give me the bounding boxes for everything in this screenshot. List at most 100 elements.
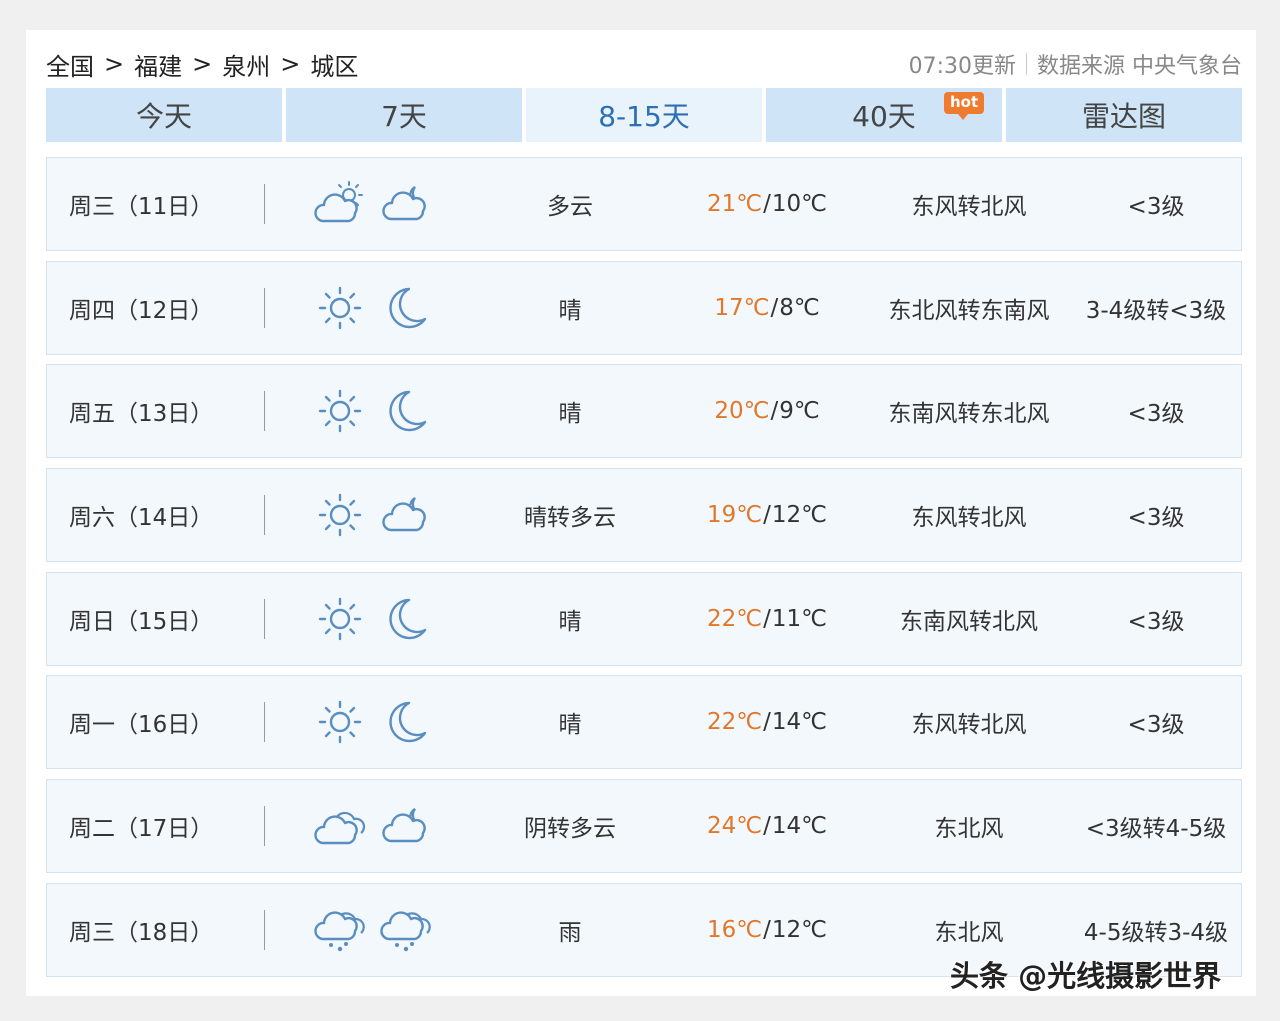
breadcrumb-province[interactable]: 福建 [134, 47, 182, 82]
high-temp: 22℃ [707, 709, 763, 736]
weather-icons [313, 262, 433, 354]
data-source: 数据来源 中央气象台 [1037, 54, 1242, 79]
temperature-range: 24℃/14℃ [665, 780, 869, 872]
rain-icon [379, 905, 433, 955]
wind-direction: 东北风 [934, 816, 1004, 843]
weather-description: 晴 [558, 297, 582, 324]
weather-icons [313, 780, 433, 872]
wind-level: <3级 [1127, 712, 1185, 739]
wind-level: <3级 [1127, 401, 1185, 428]
day-label: 周一（16日） [69, 712, 214, 739]
weather-icons [313, 365, 433, 457]
sun-icon [313, 386, 367, 436]
divider [1026, 53, 1027, 75]
tab-8-15-days[interactable]: 8-15天 [526, 88, 762, 142]
low-temp: 14℃ [771, 813, 827, 840]
high-temp: 21℃ [707, 191, 763, 217]
wind-direction: 东风转北风 [911, 712, 1027, 739]
hot-badge: hot [944, 92, 985, 120]
weather-icons [313, 158, 433, 250]
forecast-row: 周四（12日） 晴 17℃/8℃ 东北风转东南风 3-4级转<3级 [46, 260, 1242, 355]
moon-icon [379, 283, 433, 333]
wind-direction: 东风转北风 [911, 194, 1027, 220]
day-label: 周六（14日） [69, 505, 214, 532]
day-label: 周三（18日） [69, 919, 214, 946]
moon-icon [379, 594, 433, 644]
wind-direction: 东风转北风 [911, 505, 1027, 532]
temp-separator: / [763, 813, 771, 840]
high-temp: 24℃ [707, 813, 763, 840]
temperature-range: 20℃/9℃ [665, 365, 869, 457]
divider [264, 598, 265, 639]
breadcrumb-country[interactable]: 全国 [46, 47, 94, 82]
tab-today[interactable]: 今天 [46, 88, 282, 142]
breadcrumb-separator: > [104, 50, 125, 78]
low-temp: 14℃ [771, 709, 827, 736]
temperature-range: 16℃/12℃ [665, 884, 869, 976]
weather-icons [313, 676, 433, 768]
high-temp: 17℃ [714, 294, 770, 321]
weather-icons [313, 884, 433, 976]
temperature-range: 19℃/12℃ [665, 469, 869, 561]
temperature-range: 22℃/11℃ [665, 573, 869, 665]
sun-icon [313, 283, 367, 333]
sun-icon [313, 697, 367, 747]
tab-7-days[interactable]: 7天 [286, 88, 522, 142]
divider [264, 391, 265, 432]
update-time: 07:30更新 [908, 54, 1016, 79]
weather-description: 阴转多云 [524, 816, 616, 843]
forecast-row: 周日（15日） 晴 22℃/11℃ 东南风转北风 <3级 [46, 571, 1242, 666]
temp-separator: / [763, 502, 771, 529]
sun-icon [313, 490, 367, 540]
breadcrumb: 全国 > 福建 > 泉州 > 城区 [46, 47, 358, 82]
tab-radar[interactable]: 雷达图 [1006, 88, 1242, 142]
forecast-row: 周一（16日） 晴 22℃/14℃ 东风转北风 <3级 [46, 675, 1242, 770]
wind-level: <3级转4-5级 [1085, 816, 1227, 843]
weather-icons [313, 469, 433, 561]
temp-separator: / [763, 916, 771, 943]
temperature-range: 21℃/10℃ [665, 158, 869, 250]
rain-icon [313, 905, 367, 955]
weather-description: 多云 [547, 194, 593, 220]
divider [264, 184, 265, 224]
day-label: 周日（15日） [69, 608, 214, 635]
watermark: 头条 @光线摄影世界 [950, 959, 1222, 993]
day-label: 周四（12日） [69, 297, 214, 324]
low-temp: 10℃ [771, 191, 827, 217]
top-bar: 全国 > 福建 > 泉州 > 城区 07:30更新 数据来源 中央气象台 [46, 44, 1242, 84]
breadcrumb-separator: > [192, 50, 213, 78]
low-temp: 12℃ [771, 916, 827, 943]
overcast-icon [313, 801, 367, 851]
low-temp: 11℃ [771, 605, 827, 632]
wind-direction: 东南风转东北风 [888, 401, 1050, 428]
forecast-tabs: 今天 7天 8-15天 40天 雷达图 [46, 88, 1242, 142]
weather-description: 雨 [558, 919, 582, 946]
divider [264, 287, 265, 328]
divider [264, 806, 265, 847]
high-temp: 16℃ [707, 916, 763, 943]
weather-icons [313, 573, 433, 665]
weather-description: 晴 [558, 712, 582, 739]
high-temp: 20℃ [714, 398, 770, 425]
temp-separator: / [770, 294, 779, 321]
day-label: 周二（17日） [69, 816, 214, 843]
temperature-range: 22℃/14℃ [665, 676, 869, 768]
divider [264, 909, 265, 950]
moon-icon [379, 697, 433, 747]
moon-icon [379, 386, 433, 436]
temp-separator: / [763, 605, 771, 632]
weather-description: 晴 [558, 401, 582, 428]
low-temp: 8℃ [779, 294, 820, 321]
low-temp: 12℃ [771, 502, 827, 529]
day-label: 周三（11日） [69, 194, 214, 220]
wind-level: 3-4级转<3级 [1085, 297, 1227, 324]
wind-level: <3级 [1127, 194, 1185, 220]
forecast-row: 周六（14日） 晴转多云 19℃/12℃ 东风转北风 <3级 [46, 468, 1242, 563]
forecast-row: 周三（11日） 多云 21℃/10℃ 东风转北风 <3级 [46, 157, 1242, 251]
low-temp: 9℃ [779, 398, 820, 425]
high-temp: 22℃ [707, 605, 763, 632]
cloud-moon-icon [379, 179, 433, 229]
divider [264, 702, 265, 743]
breadcrumb-district: 城区 [310, 52, 359, 81]
breadcrumb-city[interactable]: 泉州 [222, 47, 270, 82]
